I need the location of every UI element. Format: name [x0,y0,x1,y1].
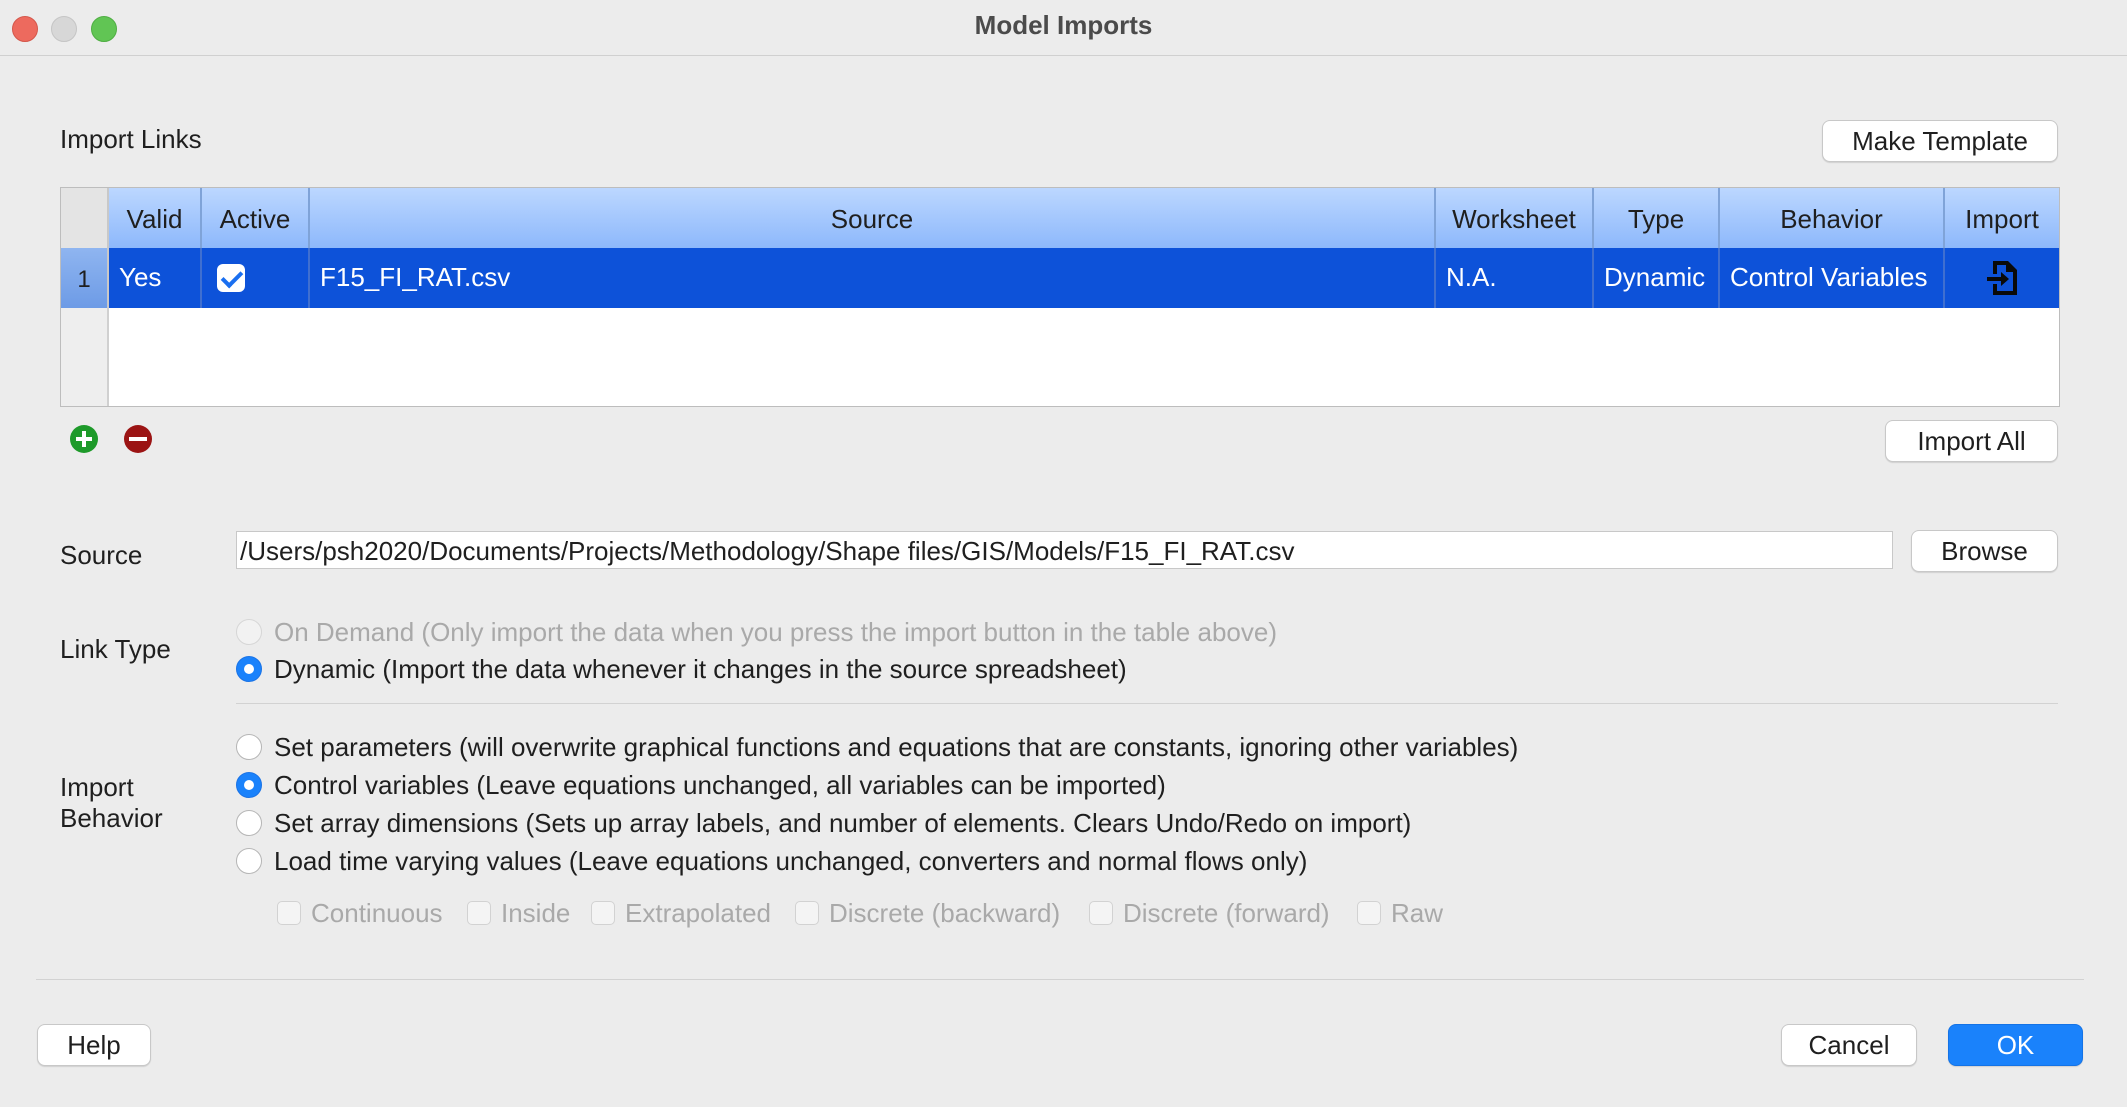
source-label: Source [60,540,143,570]
load-time-varying-option-label: Load time varying values (Leave equation… [274,846,1308,876]
cell-active[interactable] [202,248,310,308]
title-bar: Model Imports [0,0,2127,56]
help-button[interactable]: Help [37,1024,151,1066]
add-circle-icon[interactable] [70,425,98,453]
remove-circle-icon[interactable] [124,425,152,453]
cell-worksheet[interactable]: N.A. [1436,248,1594,308]
dynamic-option-label: Dynamic (Import the data whenever it cha… [274,654,1127,684]
set-parameters-radio[interactable] [236,734,262,760]
ok-button[interactable]: OK [1948,1024,2083,1066]
source-path-input[interactable]: /Users/psh2020/Documents/Projects/Method… [236,531,1893,569]
make-template-button[interactable]: Make Template [1822,120,2058,162]
extrapolated-checkbox[interactable] [591,901,615,925]
section-divider [236,703,2058,704]
set-parameters-option-label: Set parameters (will overwrite graphical… [274,732,1519,762]
column-header-behavior[interactable]: Behavior [1720,188,1945,248]
control-variables-option-label: Control variables (Leave equations uncha… [274,770,1166,800]
import-links-table: Valid Active Source Worksheet Type Behav… [60,187,2060,407]
cell-valid[interactable]: Yes [109,248,202,308]
table-corner-header [61,188,109,248]
window-title: Model Imports [974,10,1153,40]
cell-type[interactable]: Dynamic [1594,248,1720,308]
model-imports-window: Model Imports Import Links Make Template… [0,0,2127,1107]
cell-source[interactable]: F15_FI_RAT.csv [310,248,1436,308]
set-array-dimensions-radio[interactable] [236,810,262,836]
discrete-forward-checkbox[interactable] [1089,901,1113,925]
inside-label: Inside [501,898,571,928]
import-file-icon[interactable] [1983,258,2023,298]
column-header-source[interactable]: Source [310,188,1436,248]
cell-import[interactable] [1945,248,2059,308]
discrete-backward-checkbox[interactable] [795,901,819,925]
import-links-label: Import Links [60,124,202,154]
browse-button[interactable]: Browse [1911,530,2058,572]
row-number[interactable]: 1 [61,248,109,308]
cell-behavior[interactable]: Control Variables [1720,248,1945,308]
row-gutter [61,308,109,406]
raw-checkbox[interactable] [1357,901,1381,925]
control-variables-radio[interactable] [236,772,262,798]
link-type-label: Link Type [60,634,171,664]
dynamic-radio[interactable] [236,656,262,682]
cancel-button[interactable]: Cancel [1781,1024,1917,1066]
column-header-type[interactable]: Type [1594,188,1720,248]
column-header-active[interactable]: Active [202,188,310,248]
inside-checkbox[interactable] [467,901,491,925]
discrete-forward-label: Discrete (forward) [1123,898,1330,928]
import-behavior-label-line2: Behavior [60,803,163,833]
footer-divider [36,979,2084,980]
discrete-backward-label: Discrete (backward) [829,898,1061,928]
column-header-worksheet[interactable]: Worksheet [1436,188,1594,248]
set-array-dimensions-option-label: Set array dimensions (Sets up array labe… [274,808,1412,838]
load-time-varying-radio[interactable] [236,848,262,874]
raw-label: Raw [1391,898,1444,928]
continuous-label: Continuous [311,898,443,928]
on-demand-radio[interactable] [236,619,262,645]
on-demand-option-label: On Demand (Only import the data when you… [274,617,1277,647]
active-checkbox[interactable] [217,264,245,292]
column-header-import[interactable]: Import [1945,188,2059,248]
import-behavior-label-line1: Import [60,772,134,802]
continuous-checkbox[interactable] [277,901,301,925]
column-header-valid[interactable]: Valid [109,188,202,248]
extrapolated-label: Extrapolated [625,898,771,928]
import-all-button[interactable]: Import All [1885,420,2058,462]
